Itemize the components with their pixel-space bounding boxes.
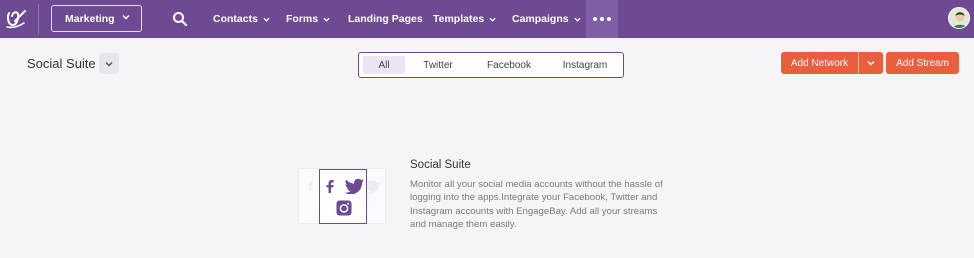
tab-all[interactable]: All <box>363 56 405 74</box>
nav-landing-pages[interactable]: Landing Pages <box>348 0 423 38</box>
empty-state-description: Monitor all your social media accounts w… <box>410 179 663 230</box>
nav-templates[interactable]: Templates <box>433 0 496 38</box>
filter-tabs: All Twitter Facebook Instagram <box>358 52 624 78</box>
logo-icon[interactable] <box>4 7 28 31</box>
nav-contacts[interactable]: Contacts <box>213 0 270 38</box>
empty-state-title: Social Suite <box>410 159 471 171</box>
nav-forms-label: Forms <box>286 13 319 25</box>
nav-campaigns-label: Campaigns <box>512 13 569 25</box>
top-nav: Marketing Contacts Forms Landing Pages T… <box>0 0 974 38</box>
add-network-dropdown-button[interactable] <box>858 52 883 74</box>
app-selector[interactable]: Marketing <box>51 5 142 32</box>
illustration-front-card <box>319 169 367 224</box>
avatar-icon <box>949 8 969 28</box>
nav-forms[interactable]: Forms <box>286 0 330 38</box>
more-icon[interactable] <box>586 0 618 38</box>
app-selector-label: Marketing <box>65 12 115 25</box>
add-network-button[interactable]: Add Network <box>781 52 858 74</box>
nav-landing-pages-label: Landing Pages <box>348 13 423 25</box>
chevron-down-icon <box>489 17 496 22</box>
add-stream-button[interactable]: Add Stream <box>886 52 959 74</box>
twitter-icon <box>345 178 364 194</box>
svg-text:f: f <box>308 178 313 194</box>
page-title: Social Suite <box>27 56 96 71</box>
tab-twitter[interactable]: Twitter <box>415 56 461 74</box>
search-icon[interactable] <box>172 11 188 27</box>
page-title-dropdown[interactable] <box>99 53 119 74</box>
chevron-down-icon <box>323 17 330 22</box>
chevron-down-icon <box>263 17 270 22</box>
social-suite-illustration: f <box>298 168 386 224</box>
nav-contacts-label: Contacts <box>213 13 258 25</box>
chevron-down-icon <box>867 60 875 66</box>
tab-instagram[interactable]: Instagram <box>555 56 615 74</box>
instagram-icon <box>336 200 352 216</box>
chevron-down-icon <box>122 14 130 20</box>
nav-campaigns[interactable]: Campaigns <box>512 0 581 38</box>
avatar[interactable] <box>948 7 970 29</box>
nav-divider <box>38 4 39 34</box>
facebook-icon <box>326 180 334 193</box>
chevron-down-icon <box>105 61 113 66</box>
nav-templates-label: Templates <box>433 13 485 25</box>
tab-facebook[interactable]: Facebook <box>481 56 537 74</box>
chevron-down-icon <box>574 17 581 22</box>
